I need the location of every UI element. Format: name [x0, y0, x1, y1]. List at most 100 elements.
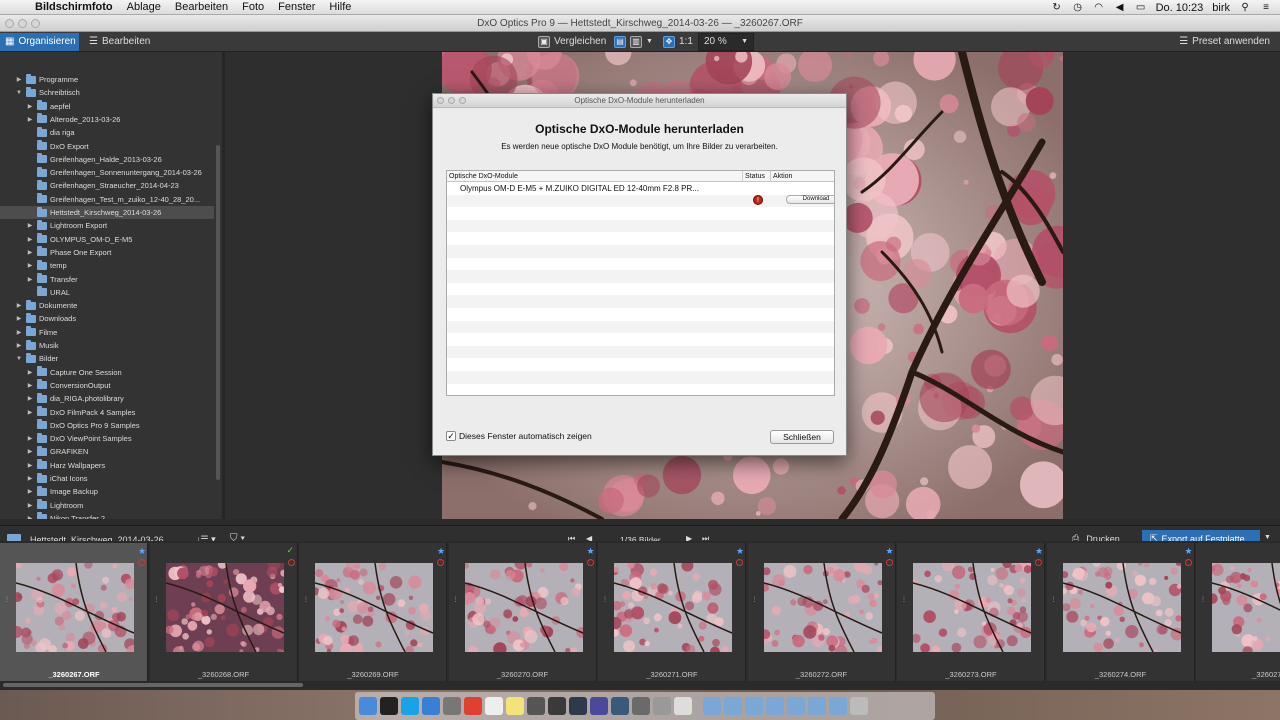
disclosure-triangle-icon[interactable]: ▶	[26, 409, 34, 416]
safari-icon[interactable]	[421, 697, 440, 715]
disclosure-triangle-icon[interactable]: ▶	[26, 395, 34, 402]
finder-icon[interactable]	[358, 697, 377, 715]
downloads-icon[interactable]	[808, 697, 826, 715]
spotlight-icon[interactable]: ⚲	[1239, 2, 1251, 13]
sidebar-item[interactable]: ▶ Transfer	[0, 273, 214, 286]
sidebar-item[interactable]: ▶ Phase One Export	[0, 246, 214, 259]
sidebar-item[interactable]: Greifenhagen_Straeucher_2014-04-23	[0, 179, 214, 192]
folder-icon[interactable]	[745, 697, 763, 715]
auto-show-checkbox[interactable]: ✓	[446, 431, 456, 441]
chrome-icon[interactable]	[463, 697, 482, 715]
menu-user[interactable]: birk	[1212, 2, 1230, 14]
drag-handle-icon[interactable]: ⋮	[752, 597, 758, 603]
disclosure-triangle-icon[interactable]: ▶	[15, 342, 23, 349]
menu-hilfe[interactable]: Hilfe	[322, 1, 358, 13]
export-menu-chevron-icon[interactable]: ▼	[1264, 534, 1271, 541]
sidebar-item[interactable]: ▶ Filme	[0, 326, 214, 339]
disclosure-triangle-icon[interactable]: ▶	[15, 315, 23, 322]
notification-center-icon[interactable]: ≡	[1260, 2, 1272, 13]
filmstrip-thumbnail[interactable]: ! ★ ⋮ _3260271.ORF	[598, 543, 746, 681]
sidebar-item[interactable]: ▼ Schreibtisch	[0, 86, 214, 99]
tab-organisieren[interactable]: ▦ Organisieren	[0, 33, 79, 51]
disclosure-triangle-icon[interactable]: ▶	[26, 369, 34, 376]
menu-foto[interactable]: Foto	[235, 1, 271, 13]
clock-icon[interactable]: ◷	[1072, 2, 1084, 13]
folder-icon[interactable]	[766, 697, 784, 715]
menu-fenster[interactable]: Fenster	[271, 1, 322, 13]
preview-icon[interactable]	[652, 697, 671, 715]
folder-icon[interactable]	[724, 697, 742, 715]
filmstrip-thumbnail[interactable]: !⋮_3260275.	[1196, 543, 1280, 681]
dialog-zoom-button[interactable]	[459, 97, 466, 104]
auto-show-checkbox-row[interactable]: ✓ Dieses Fenster automatisch zeigen	[446, 431, 592, 441]
disclosure-triangle-icon[interactable]: ▶	[15, 329, 23, 336]
filmstrip-thumbnail[interactable]: ! ✓ ⋮ _3260268.ORF	[149, 543, 298, 681]
filmstrip-thumbnail[interactable]: ! ★ ⋮ _3260272.ORF	[747, 543, 896, 681]
sidebar-item[interactable]: Greifenhagen_Halde_2013-03-26	[0, 153, 214, 166]
ratio-label[interactable]: 1:1	[679, 33, 693, 51]
sidebar-item[interactable]: ▶ Harz Wallpapers	[0, 459, 214, 472]
zoom-select[interactable]: 20 % ▼	[698, 33, 754, 51]
download-button[interactable]: Download	[786, 195, 834, 204]
disclosure-triangle-icon[interactable]: ▶	[26, 222, 34, 229]
disclosure-triangle-icon[interactable]: ▶	[26, 382, 34, 389]
sidebar-item[interactable]: ▶ Downloads	[0, 312, 214, 325]
sidebar-item[interactable]: ▶ Image Backup	[0, 485, 214, 498]
filmstrip-thumbnail[interactable]: ! ★ ⋮ _3260273.ORF	[897, 543, 1045, 681]
battery-icon[interactable]: ▭	[1135, 2, 1147, 13]
folder-icon[interactable]	[703, 697, 721, 715]
dxo-icon[interactable]	[631, 697, 650, 715]
calendar-icon[interactable]	[484, 697, 503, 715]
single-view-icon[interactable]: ▤	[614, 36, 626, 48]
sidebar-item[interactable]: ▶ Nikon Transfer 2	[0, 512, 214, 519]
notes-icon[interactable]	[505, 697, 524, 715]
sidebar-item[interactable]: Hettstedt_Kirschweg_2014-03-26	[0, 206, 214, 219]
drag-handle-icon[interactable]: ⋮	[4, 597, 10, 603]
time-machine-icon[interactable]	[610, 697, 629, 715]
sidebar-item[interactable]: ▶ Lightroom	[0, 499, 214, 512]
column-header-module[interactable]: Optische DxO-Module	[447, 171, 743, 182]
window-zoom-button[interactable]	[31, 19, 40, 28]
disclosure-triangle-icon[interactable]: ▶	[26, 475, 34, 482]
sidebar-item[interactable]: ▶ dia_RIGA.photolibrary	[0, 392, 214, 405]
drag-handle-icon[interactable]: ⋮	[303, 597, 309, 603]
filmstrip-thumbnail[interactable]: ! ★ ⋮ _3260269.ORF	[299, 543, 447, 681]
sidebar-item[interactable]: DxO Optics Pro 9 Samples	[0, 419, 214, 432]
view-mode-buttons[interactable]: ▤ ▥ ▼	[609, 33, 658, 51]
sidebar-item[interactable]: ▶ Programme	[0, 73, 214, 86]
terminal-icon[interactable]	[379, 697, 398, 715]
disclosure-triangle-icon[interactable]: ▶	[26, 236, 34, 243]
sidebar-item[interactable]: ▶ Capture One Session	[0, 366, 214, 379]
documents-icon[interactable]	[829, 697, 847, 715]
drag-handle-icon[interactable]: ⋮	[1200, 597, 1206, 603]
disclosure-triangle-icon[interactable]: ▼	[15, 90, 23, 96]
chevron-down-icon[interactable]: ▼	[646, 33, 653, 51]
filmstrip-thumbnail[interactable]: ! ★ ⋮ _3260274.ORF	[1046, 543, 1195, 681]
sidebar-item[interactable]: ▶ Musik	[0, 339, 214, 352]
split-view-icon[interactable]: ▥	[630, 36, 642, 48]
system-preferences-icon[interactable]	[442, 697, 461, 715]
skype-icon[interactable]	[400, 697, 419, 715]
volume-icon[interactable]: ◀	[1114, 2, 1126, 13]
disclosure-triangle-icon[interactable]: ▶	[26, 515, 34, 519]
camera-raw-icon[interactable]	[547, 697, 566, 715]
sidebar-item[interactable]: ▶ GRAFIKEN	[0, 445, 214, 458]
sidebar-item[interactable]: Greifenhagen_Test_m_zuiko_12-40_28_20...	[0, 193, 214, 206]
disclosure-triangle-icon[interactable]: ▶	[15, 302, 23, 309]
menu-ablage[interactable]: Ablage	[120, 1, 168, 13]
window-minimize-button[interactable]	[18, 19, 27, 28]
sidebar-item[interactable]: URAL	[0, 286, 214, 299]
disclosure-triangle-icon[interactable]: ▶	[26, 103, 34, 110]
sidebar-item[interactable]: ▶ Alterode_2013-03-26	[0, 113, 214, 126]
disclosure-triangle-icon[interactable]: ▶	[26, 249, 34, 256]
menu-clock[interactable]: Do. 10:23	[1156, 2, 1204, 14]
filmstrip-thumbnail[interactable]: ! ★ ⋮ _3260267.ORF	[0, 543, 148, 681]
sidebar-item[interactable]: Greifenhagen_Sonnenuntergang_2014-03-26	[0, 166, 214, 179]
textedit-icon[interactable]	[673, 697, 692, 715]
wifi-icon[interactable]: ◠	[1093, 2, 1105, 13]
sidebar-item[interactable]: ▶ DxO FilmPack 4 Samples	[0, 406, 214, 419]
sidebar-item[interactable]: ▶ aepfel	[0, 100, 214, 113]
window-close-button[interactable]	[5, 19, 14, 28]
drag-handle-icon[interactable]: ⋮	[1051, 597, 1057, 603]
menu-app[interactable]: Bildschirmfoto	[28, 1, 120, 13]
